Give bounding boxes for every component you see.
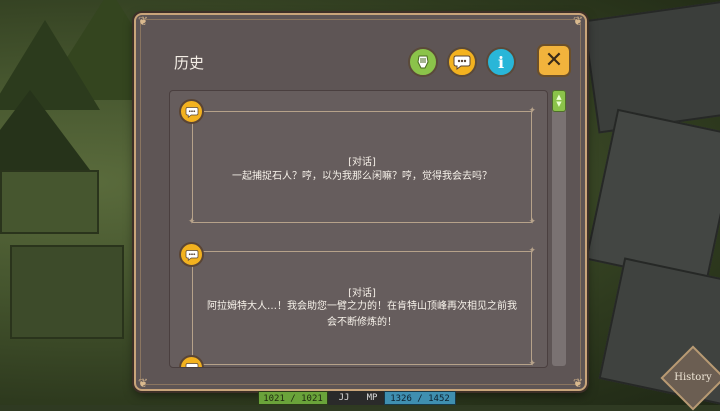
info-icon: i xyxy=(497,52,505,72)
close-icon: ✕ xyxy=(544,48,564,73)
entry-text-line: 阿拉姆特大人…！我会助您一臂之力的！在肯特山顶峰再次相见之前我 xyxy=(207,301,517,312)
hud-label: JJ xyxy=(328,391,360,405)
window-title: 历史 xyxy=(174,54,205,72)
hand-filter-icon xyxy=(417,55,429,69)
history-list[interactable]: ✦✦ ✦✦ [对话] 一起捕捉石人？哼，以为我那么闲嘛？哼，觉得我会去吗？ ✦✦… xyxy=(169,90,548,368)
corner-ornament: ❦ xyxy=(138,14,149,28)
status-bar: 1021 / 1021 JJ MP 1326 / 1452 xyxy=(258,391,456,405)
scrollbar-thumb[interactable]: ▲ ▼ xyxy=(552,90,566,112)
corner-ornament: ❦ xyxy=(138,376,149,390)
mp-value: 1326 / 1452 xyxy=(384,391,456,405)
tree xyxy=(0,90,90,170)
hp-value: 1021 / 1021 xyxy=(258,391,328,405)
list-item: ✦✦ ✦✦ [对话] 一起捕捉石人？哼，以为我那么闲嘛？哼，觉得我会去吗？ xyxy=(170,91,547,231)
speech-bubble-icon xyxy=(185,249,198,261)
history-window: ❦ ❦ ❦ ❦ 历史 i ✕ ✦✦ ✦✦ xyxy=(134,13,587,391)
mp-label: MP xyxy=(360,391,384,405)
speech-bubble-icon xyxy=(185,106,198,118)
entry-tag: [对话] xyxy=(348,288,376,299)
history-button-label[interactable]: History xyxy=(668,372,718,383)
terrain-block xyxy=(10,245,124,339)
info-button[interactable]: i xyxy=(486,47,516,77)
scrollbar-track[interactable]: ▲ ▼ xyxy=(552,90,566,366)
speech-bubble-icon xyxy=(453,55,471,70)
entry-type-badge xyxy=(179,99,204,124)
rock xyxy=(582,0,720,134)
list-item: ✦✦ ✦✦ [对话] 阿拉姆特大人…！我会助您一臂之力的！在肯特山顶峰再次相见之… xyxy=(170,231,547,367)
rock xyxy=(585,108,720,286)
corner-ornament: ❦ xyxy=(572,376,583,390)
entry-type-badge xyxy=(179,242,204,267)
terrain-block xyxy=(0,170,99,234)
entry-tag: [对话] xyxy=(348,157,376,168)
corner-ornament: ❦ xyxy=(572,14,583,28)
speech-bubble-icon xyxy=(185,362,198,367)
dialogue-filter-button[interactable] xyxy=(447,47,477,77)
chevron-down-icon: ▼ xyxy=(556,100,562,108)
close-button[interactable]: ✕ xyxy=(537,44,571,77)
entry-text-line: 会不断修炼的！ xyxy=(327,317,397,328)
filter-button[interactable] xyxy=(408,47,438,77)
entry-text-line: 一起捕捉石人？哼，以为我那么闲嘛？哼，觉得我会去吗？ xyxy=(232,171,492,182)
